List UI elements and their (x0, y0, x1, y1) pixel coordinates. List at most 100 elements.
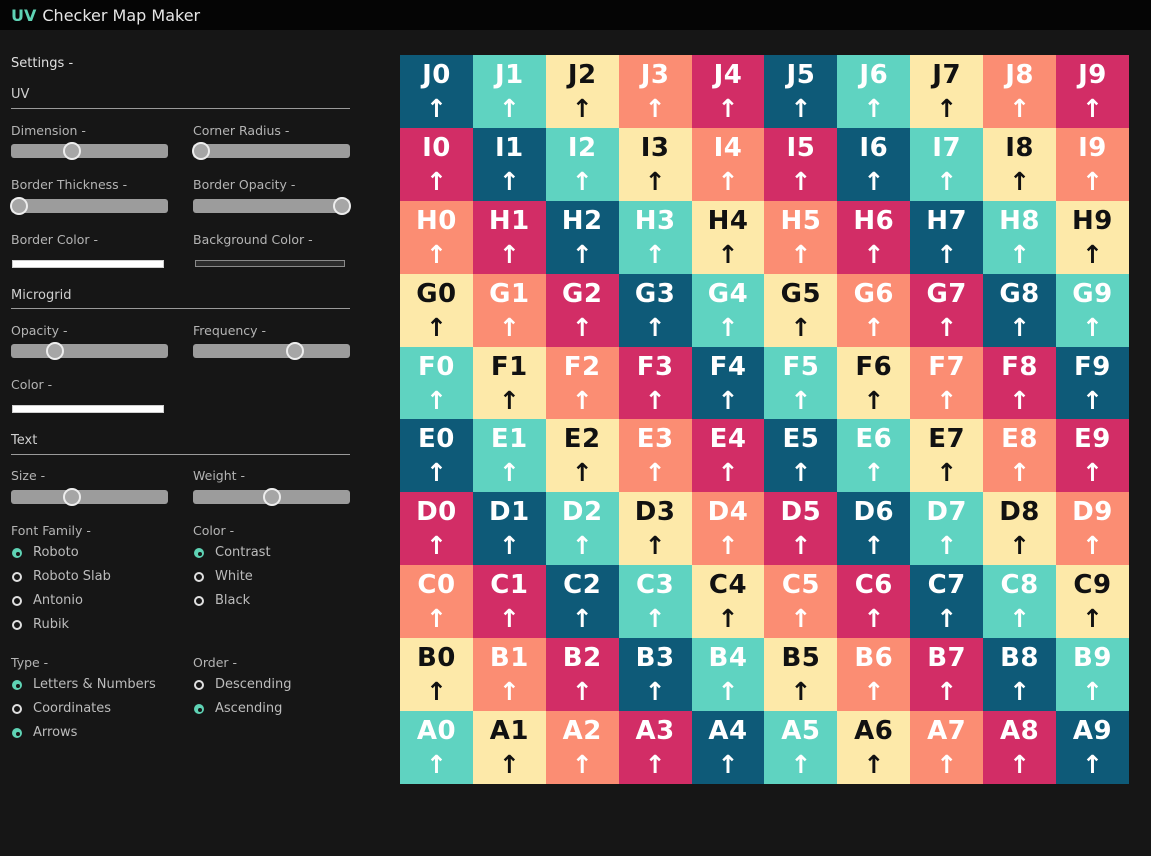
checker-cell-j5: J5 ↑ (764, 55, 838, 128)
arrow-up-icon: ↑ (790, 677, 812, 707)
cell-label: F2 (563, 351, 601, 382)
checker-cell-e8: E8 ↑ (983, 419, 1057, 493)
color-contrast-radio[interactable]: Contrast (194, 545, 271, 560)
border-opacity-label: Border Opacity - (193, 177, 296, 192)
checker-cell-d6: D6 ↑ (837, 492, 911, 566)
checker-cell-a8: A8 ↑ (983, 711, 1057, 784)
cell-label: A1 (489, 716, 529, 747)
frequency-slider[interactable] (193, 342, 350, 360)
cell-label: H6 (853, 205, 895, 236)
cell-label: A9 (1072, 716, 1113, 747)
font-rubik-radio[interactable]: Rubik (12, 617, 69, 632)
type-arrows-toggle[interactable]: Arrows (12, 725, 77, 740)
color-white-radio[interactable]: White (194, 569, 253, 584)
cell-label: B9 (1073, 643, 1112, 674)
arrow-up-icon: ↑ (498, 604, 520, 634)
arrow-up-icon: ↑ (498, 750, 520, 780)
text-size-slider[interactable] (11, 488, 168, 506)
checker-cell-h9: H9 ↑ (1056, 200, 1129, 274)
title-bar: UV Checker Map Maker (0, 0, 1151, 30)
checker-cell-e6: E6 ↑ (837, 419, 911, 493)
checker-cell-f1: F1 ↑ (472, 346, 546, 420)
cell-label: C8 (1000, 570, 1039, 601)
checker-cell-e7: E7 ↑ (910, 419, 984, 493)
color-black-radio[interactable]: Black (194, 593, 250, 608)
cell-label: C9 (1073, 570, 1112, 601)
microgrid-opacity-slider-thumb[interactable] (45, 342, 64, 360)
cell-label: C7 (927, 570, 966, 601)
checker-cell-c6: C6 ↑ (837, 565, 911, 639)
cell-label: E7 (928, 424, 966, 455)
checker-cell-h8: H8 ↑ (983, 200, 1057, 274)
text-weight-slider-thumb[interactable] (262, 488, 281, 506)
type-letters-numbers-toggle[interactable]: Letters & Numbers (12, 677, 156, 692)
microgrid-color-swatch[interactable] (12, 405, 164, 413)
arrow-up-icon: ↑ (863, 458, 885, 488)
cell-label: E6 (855, 424, 893, 455)
cell-label: H0 (416, 205, 457, 236)
radio-selected-icon (12, 679, 22, 690)
cell-label: G9 (1072, 278, 1113, 309)
arrow-up-icon: ↑ (717, 312, 739, 342)
cell-label: B4 (708, 643, 748, 674)
font-roboto-radio[interactable]: Roboto (12, 545, 79, 560)
border-color-swatch[interactable] (12, 260, 164, 268)
cell-label: E3 (636, 424, 674, 455)
arrow-up-icon: ↑ (863, 604, 885, 634)
settings-title: Settings - (11, 56, 74, 71)
arrow-up-icon: ↑ (936, 677, 958, 707)
checker-cell-b3: B3 ↑ (618, 638, 692, 712)
type-coordinates-toggle[interactable]: Coordinates (12, 701, 111, 716)
corner-radius-slider-thumb[interactable] (191, 142, 210, 160)
microgrid-opacity-slider[interactable] (11, 342, 168, 360)
border-opacity-slider-thumb[interactable] (333, 197, 352, 215)
checker-cell-c0: C0 ↑ (400, 565, 473, 639)
arrow-up-icon: ↑ (498, 531, 520, 561)
arrow-up-icon: ↑ (644, 166, 666, 196)
cell-label: B6 (854, 643, 894, 674)
cell-label: A2 (562, 716, 602, 747)
arrow-up-icon: ↑ (498, 458, 520, 488)
font-roboto-slab-radio[interactable]: Roboto Slab (12, 569, 111, 584)
checker-cell-c2: C2 ↑ (545, 565, 619, 639)
cell-label: J9 (1078, 60, 1107, 90)
arrow-up-icon: ↑ (1081, 94, 1103, 123)
checker-cell-f5: F5 ↑ (764, 346, 838, 420)
arrow-up-icon: ↑ (498, 312, 520, 342)
order-ascending-radio[interactable]: Ascending (194, 701, 282, 716)
cell-label: H2 (561, 205, 603, 236)
checker-cell-h0: H0 ↑ (400, 200, 473, 274)
checker-cell-i3: I3 ↑ (618, 127, 692, 201)
arrow-up-icon: ↑ (1081, 531, 1103, 561)
arrow-up-icon: ↑ (425, 750, 447, 780)
arrow-up-icon: ↑ (1009, 531, 1031, 561)
cell-label: C4 (708, 570, 748, 601)
arrow-up-icon: ↑ (644, 458, 666, 488)
frequency-slider-thumb[interactable] (286, 342, 305, 360)
cell-label: D8 (999, 497, 1040, 528)
cell-label: F3 (636, 351, 674, 382)
checker-cell-j7: J7 ↑ (910, 55, 984, 128)
dimension-slider-thumb[interactable] (63, 142, 82, 160)
arrow-up-icon: ↑ (863, 166, 885, 196)
border-thickness-slider-thumb[interactable] (9, 197, 28, 215)
cell-label: A3 (635, 716, 675, 747)
checker-cell-h2: H2 ↑ (545, 200, 619, 274)
dimension-slider[interactable] (11, 142, 168, 160)
checker-cell-i4: I4 ↑ (691, 127, 765, 201)
cell-label: J1 (494, 60, 524, 90)
text-size-slider-thumb[interactable] (63, 488, 82, 506)
background-color-swatch[interactable] (195, 260, 345, 267)
border-thickness-slider[interactable] (9, 197, 168, 215)
checker-cell-a1: A1 ↑ (472, 711, 546, 784)
text-weight-slider[interactable] (193, 488, 350, 506)
border-opacity-slider[interactable] (193, 197, 352, 215)
cell-label: G7 (926, 278, 967, 309)
corner-radius-slider[interactable] (191, 142, 350, 160)
font-antonio-radio[interactable]: Antonio (12, 593, 83, 608)
checker-cell-b2: B2 ↑ (545, 638, 619, 712)
order-descending-radio[interactable]: Descending (194, 677, 292, 692)
radio-empty-icon (194, 595, 204, 606)
arrow-up-icon: ↑ (425, 531, 447, 561)
cell-label: A5 (781, 716, 821, 747)
